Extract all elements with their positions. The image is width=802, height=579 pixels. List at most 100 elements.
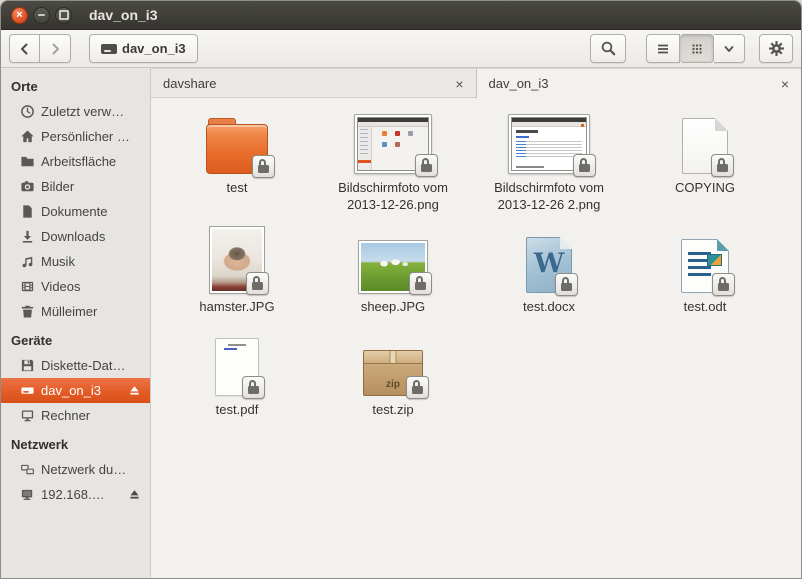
file-item-screenshot-2[interactable]: Bildschirmfoto vom 2013-12-26 2.png — [471, 106, 627, 213]
location-path-button[interactable]: dav_on_i3 — [89, 34, 198, 63]
tab-label: dav_on_i3 — [489, 76, 549, 91]
film-icon — [20, 279, 35, 294]
eject-button[interactable] — [128, 488, 141, 501]
pdf-document-icon — [215, 338, 259, 396]
sidebar-item-label: Videos — [41, 279, 81, 294]
tab-davshare[interactable]: davshare × — [151, 68, 477, 98]
file-thumbnail — [681, 225, 729, 293]
file-name: Bildschirmfoto vom 2013-12-26 2.png — [476, 180, 622, 213]
forward-button[interactable] — [40, 34, 71, 63]
mini-icon — [395, 131, 400, 136]
sidebar-item-pictures[interactable]: Bilder — [1, 174, 150, 199]
sidebar-item-desktop[interactable]: Arbeitsfläche — [1, 149, 150, 174]
list-view-button[interactable] — [646, 34, 680, 63]
padlock-glyph — [248, 386, 259, 394]
file-item-odt[interactable]: test.odt — [627, 225, 783, 316]
file-item-test-folder[interactable]: test — [159, 106, 315, 213]
window-close-button[interactable]: × — [11, 7, 28, 24]
eject-button[interactable] — [128, 384, 141, 397]
file-thumbnail: W — [526, 225, 572, 293]
file-item-pdf[interactable]: test.pdf — [159, 328, 315, 419]
tab-bar: davshare × dav_on_i3 × — [151, 68, 801, 98]
file-name: test — [227, 180, 248, 197]
padlock-glyph — [421, 164, 432, 172]
sidebar-item-floppy[interactable]: Diskette-Dat… — [1, 353, 150, 378]
chevron-right-icon — [47, 41, 63, 57]
lock-emblem-icon — [406, 376, 429, 399]
view-options-dropdown-button[interactable] — [714, 34, 745, 63]
file-name: test.zip — [372, 402, 413, 419]
tab-close-button[interactable]: × — [455, 77, 463, 91]
floppy-icon — [20, 358, 35, 373]
mini-link — [516, 136, 529, 138]
document-icon — [20, 204, 35, 219]
sidebar-item-computer[interactable]: Rechner — [1, 403, 150, 428]
sidebar-item-music[interactable]: Musik — [1, 249, 150, 274]
sidebar-item-videos[interactable]: Videos — [1, 274, 150, 299]
computer-icon — [20, 408, 35, 423]
sidebar-item-recent[interactable]: Zuletzt verw… — [1, 99, 150, 124]
sidebar-heading-network: Netzwerk — [1, 428, 150, 457]
file-item-copying[interactable]: COPYING — [627, 106, 783, 213]
sidebar-item-documents[interactable]: Dokumente — [1, 199, 150, 224]
window-minimize-button[interactable] — [33, 7, 50, 24]
mini-icon — [382, 142, 387, 147]
lock-emblem-icon — [711, 154, 734, 177]
home-icon — [20, 129, 35, 144]
sidebar-item-browse-network[interactable]: Netzwerk du… — [1, 457, 150, 482]
sidebar-item-dav-on-i3[interactable]: dav_on_i3 — [1, 378, 150, 403]
file-thumbnail: zip — [363, 328, 423, 396]
close-icon: × — [16, 10, 22, 21]
zip-label-glyph: zip — [386, 379, 400, 390]
minimize-icon — [38, 14, 45, 16]
tab-close-button[interactable]: × — [781, 77, 789, 91]
drive-icon — [20, 383, 35, 398]
gear-icon — [768, 40, 785, 57]
file-name: COPYING — [675, 180, 735, 197]
sidebar-item-label: Bilder — [41, 179, 74, 194]
mini-icon — [408, 131, 413, 136]
padlock-glyph — [252, 282, 263, 290]
photo-image-icon — [359, 241, 427, 293]
file-item-zip[interactable]: zip test.zip — [315, 328, 471, 419]
window-maximize-button[interactable] — [55, 7, 72, 24]
mini-icon — [395, 142, 400, 147]
titlebar[interactable]: × dav_on_i3 — [1, 1, 801, 30]
padlock-glyph — [718, 283, 729, 291]
sidebar-item-downloads[interactable]: Downloads — [1, 224, 150, 249]
sidebar-item-label: Diskette-Dat… — [41, 358, 126, 373]
grid-view-button[interactable] — [680, 34, 714, 63]
back-button[interactable] — [9, 34, 40, 63]
toolbar: dav_on_i3 — [1, 30, 801, 68]
mini-sidebar — [358, 127, 372, 170]
search-button[interactable] — [590, 34, 626, 63]
file-thumbnail — [508, 106, 590, 174]
mini-toolbar — [512, 122, 586, 127]
sidebar-item-label: 192.168.… — [41, 487, 105, 502]
sidebar-item-network-share[interactable]: 192.168.… — [1, 482, 150, 507]
padlock-glyph — [258, 165, 269, 173]
lock-emblem-icon — [252, 155, 275, 178]
file-item-sheep[interactable]: sheep.JPG — [315, 225, 471, 316]
sidebar-item-trash[interactable]: Mülleimer — [1, 299, 150, 324]
file-thumbnail — [210, 225, 264, 293]
sidebar-item-home[interactable]: Persönlicher … — [1, 124, 150, 149]
search-icon — [600, 40, 617, 57]
file-item-docx[interactable]: W test.docx — [471, 225, 627, 316]
lock-emblem-icon — [415, 154, 438, 177]
padlock-glyph — [561, 283, 572, 291]
screenshot-image-icon — [354, 114, 432, 174]
file-name: sheep.JPG — [361, 299, 425, 316]
tab-dav-on-i3[interactable]: dav_on_i3 × — [477, 68, 802, 98]
file-name: test.odt — [684, 299, 727, 316]
file-item-hamster[interactable]: hamster.JPG — [159, 225, 315, 316]
file-item-screenshot-1[interactable]: Bildschirmfoto vom 2013-12-26.png — [315, 106, 471, 213]
file-name: Bildschirmfoto vom 2013-12-26.png — [320, 180, 466, 213]
camera-icon — [20, 179, 35, 194]
lock-emblem-icon — [246, 272, 269, 295]
settings-menu-button[interactable] — [759, 34, 793, 63]
network-icon — [20, 462, 35, 477]
grid-view-icon — [689, 41, 705, 57]
odt-picture — [707, 254, 722, 266]
file-grid: test — [151, 98, 801, 578]
